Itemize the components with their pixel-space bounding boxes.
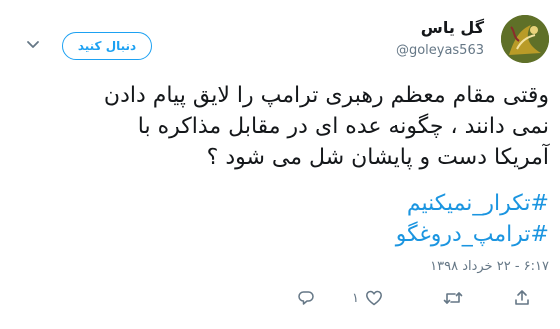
chevron-down-icon[interactable] [24,36,42,54]
user-handle[interactable]: @goleyas563 [396,43,484,58]
tweet-line: نمی دانند ، چگونه عده ای در مقابل مذاکره… [137,114,549,139]
reply-button[interactable] [297,285,315,311]
tweet-card: گل یاس @goleyas563 دنبال کنید وقتی مقام … [0,0,560,329]
hashtag-list: #تکرار_نمیکنیم #ترامپ_دروغگو [29,188,549,250]
tweet-text: وقتی مقام معظم رهبری ترامپ را لایق پیام … [29,80,549,173]
tweet-line: آمریکا دست و پایشان شل می شود ؟ [206,145,549,170]
user-name[interactable]: گل یاس [421,18,484,37]
avatar-image [501,15,549,63]
reply-icon [298,291,314,305]
share-icon [515,290,529,305]
tweet-timestamp[interactable]: ۶:۱۷ - ۲۲ خرداد ۱۳۹۸ [430,259,549,274]
hashtag-link[interactable]: #تکرار_نمیکنیم [29,188,549,219]
like-count: ۱ [352,290,359,306]
avatar[interactable] [501,15,549,63]
follow-button[interactable]: دنبال کنید [62,32,152,60]
like-button[interactable]: ۱ [352,285,383,311]
hashtag-link[interactable]: #ترامپ_دروغگو [29,219,549,250]
retweet-button[interactable] [443,285,463,311]
share-button[interactable] [513,285,531,311]
retweet-icon [443,292,463,304]
heart-icon [366,290,382,306]
tweet-line: وقتی مقام معظم رهبری ترامپ را لایق پیام … [103,83,549,108]
action-bar: ۱ [0,285,560,311]
